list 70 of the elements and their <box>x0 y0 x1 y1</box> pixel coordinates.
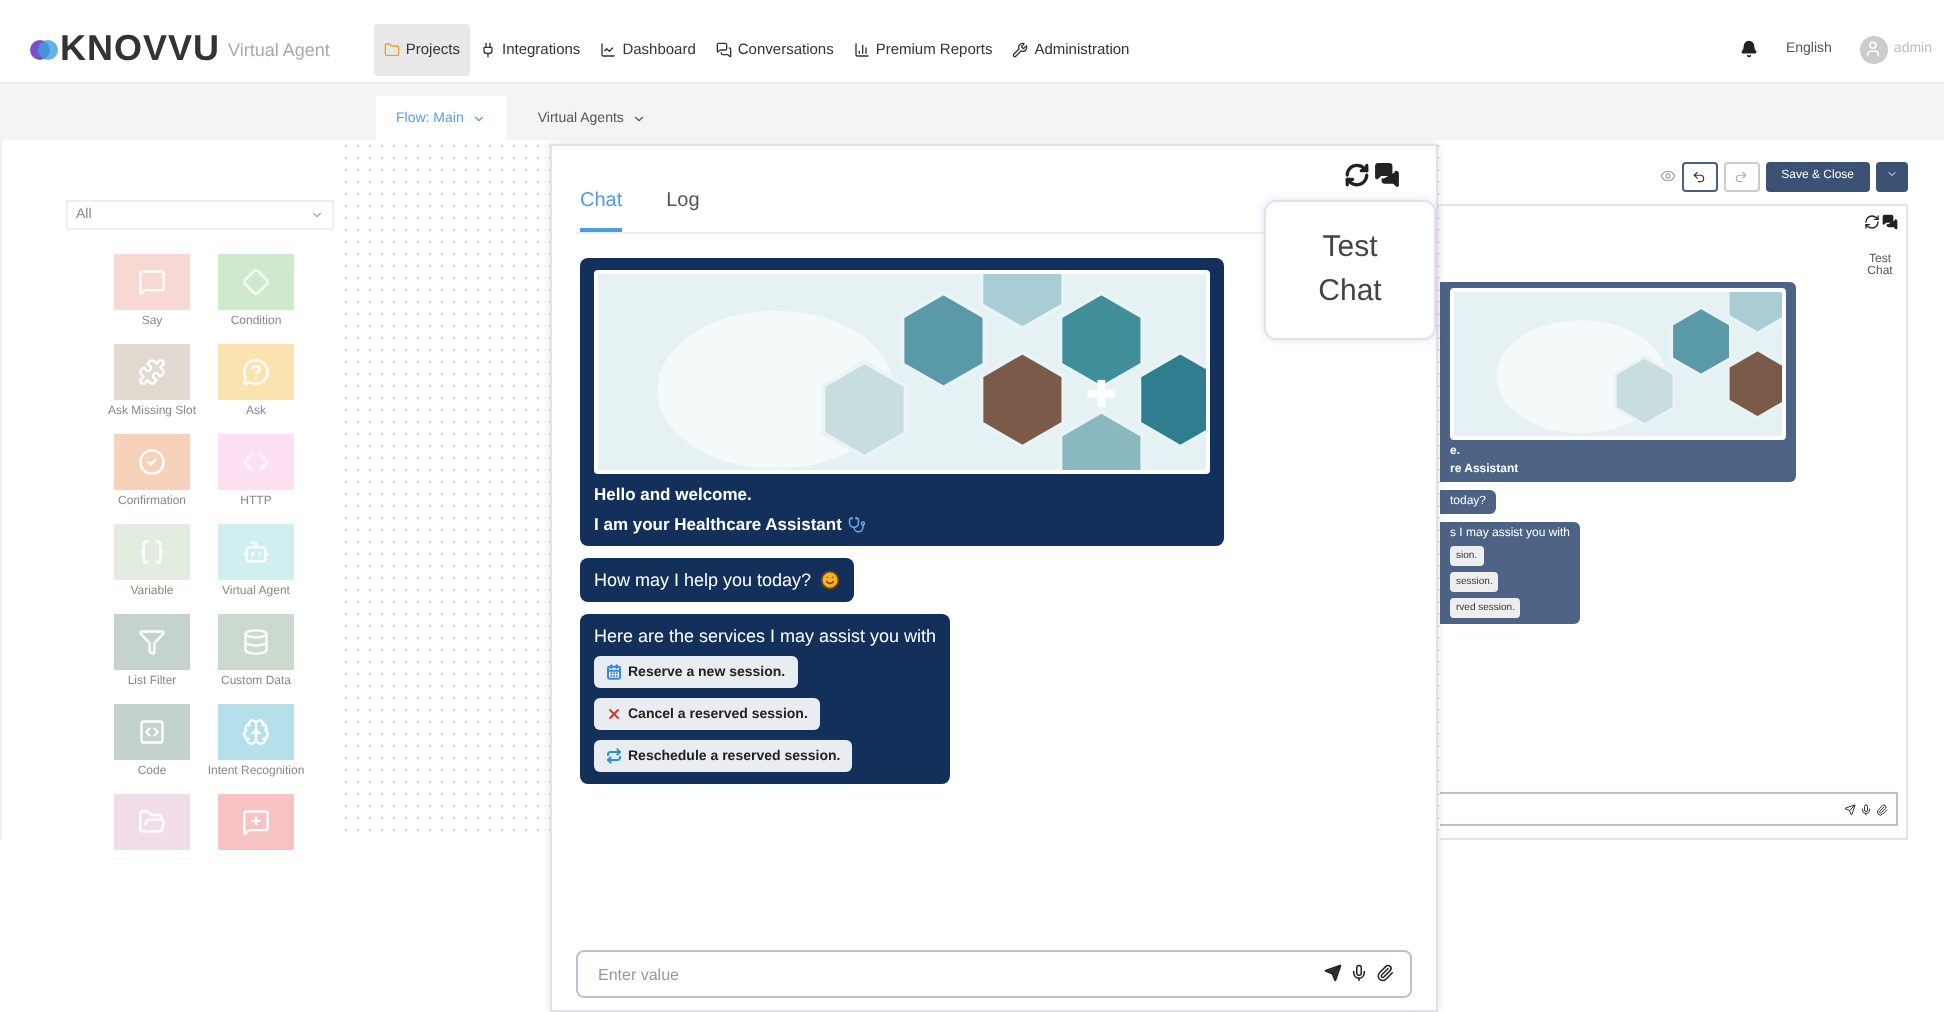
avatar-icon[interactable] <box>1859 35 1888 63</box>
send-icon[interactable] <box>1324 964 1342 982</box>
message-text: Here are the services I may assist you with <box>594 626 937 646</box>
node-tile[interactable] <box>218 254 294 310</box>
logo-text: KNOVVU <box>60 28 221 70</box>
caret-icon <box>310 208 324 222</box>
node-tile[interactable] <box>114 254 190 310</box>
node-tile[interactable] <box>218 344 294 400</box>
message-text: Hello and welcome. <box>594 484 752 504</box>
undo-button[interactable] <box>1681 161 1718 191</box>
message-text: I am your Healthcare Assistant <box>594 514 842 534</box>
node-tile[interactable] <box>218 524 294 580</box>
node-tile[interactable] <box>218 794 294 850</box>
node-tile[interactable] <box>218 704 294 760</box>
send-icon[interactable] <box>1844 803 1856 815</box>
node-tile[interactable] <box>114 614 190 670</box>
diamond-icon <box>242 268 270 296</box>
dropdown-button[interactable] <box>1876 161 1908 191</box>
wrench-icon <box>1012 41 1029 57</box>
cross-icon <box>606 706 622 722</box>
node-tile[interactable] <box>114 344 190 400</box>
message-text: How may I help you today? <box>594 570 812 590</box>
node-tile[interactable] <box>114 524 190 580</box>
product-name: Virtual Agent <box>228 39 330 59</box>
question-bubble-icon <box>242 358 270 386</box>
caret-icon <box>1886 168 1898 180</box>
speech-bubble-icon <box>242 808 270 836</box>
stethoscope-icon <box>847 515 866 533</box>
bar-chart-icon <box>853 41 870 57</box>
undo-icon <box>1692 169 1707 183</box>
mic-icon[interactable] <box>1350 964 1368 982</box>
chat-icon[interactable] <box>1882 214 1898 230</box>
caret-icon <box>471 111 486 125</box>
bell-icon[interactable] <box>1739 40 1758 58</box>
check-circle-icon <box>138 448 166 476</box>
plug-icon <box>479 41 496 57</box>
speech-bubble-icon <box>138 268 166 296</box>
filter-icon <box>138 628 166 656</box>
node-tile[interactable] <box>114 794 190 850</box>
braces-icon <box>138 538 166 566</box>
message-input[interactable]: Enter value <box>576 950 1412 998</box>
node-tile[interactable] <box>218 434 294 490</box>
attach-icon[interactable] <box>1876 803 1888 815</box>
node-tile[interactable] <box>114 434 190 490</box>
code-window-icon <box>138 718 166 746</box>
redo-icon <box>1734 169 1749 183</box>
line-chart-icon <box>600 41 617 57</box>
refresh-icon[interactable] <box>1864 214 1880 230</box>
robot-icon <box>242 538 270 566</box>
attach-icon[interactable] <box>1376 964 1394 982</box>
eye-icon[interactable] <box>1659 168 1676 184</box>
message-input[interactable] <box>1440 792 1898 826</box>
puzzle-icon <box>138 358 166 386</box>
node-tile[interactable] <box>218 614 294 670</box>
brain-icon <box>242 718 270 746</box>
mic-icon[interactable] <box>1860 803 1872 815</box>
database-icon <box>242 628 270 656</box>
folder-icon <box>138 808 166 836</box>
smile-icon <box>819 570 840 590</box>
folder-icon <box>383 41 400 57</box>
node-tile[interactable] <box>114 704 190 760</box>
tooltip: Test Chat <box>1264 200 1436 340</box>
chat-icon <box>715 41 732 57</box>
calendar-icon <box>606 664 622 680</box>
repeat-icon <box>606 748 622 764</box>
refresh-icon[interactable] <box>1344 162 1370 188</box>
caret-icon <box>631 111 646 125</box>
chat-tab[interactable]: Log <box>666 190 700 232</box>
chat-icon[interactable] <box>1374 162 1400 188</box>
code-icon <box>242 448 270 476</box>
